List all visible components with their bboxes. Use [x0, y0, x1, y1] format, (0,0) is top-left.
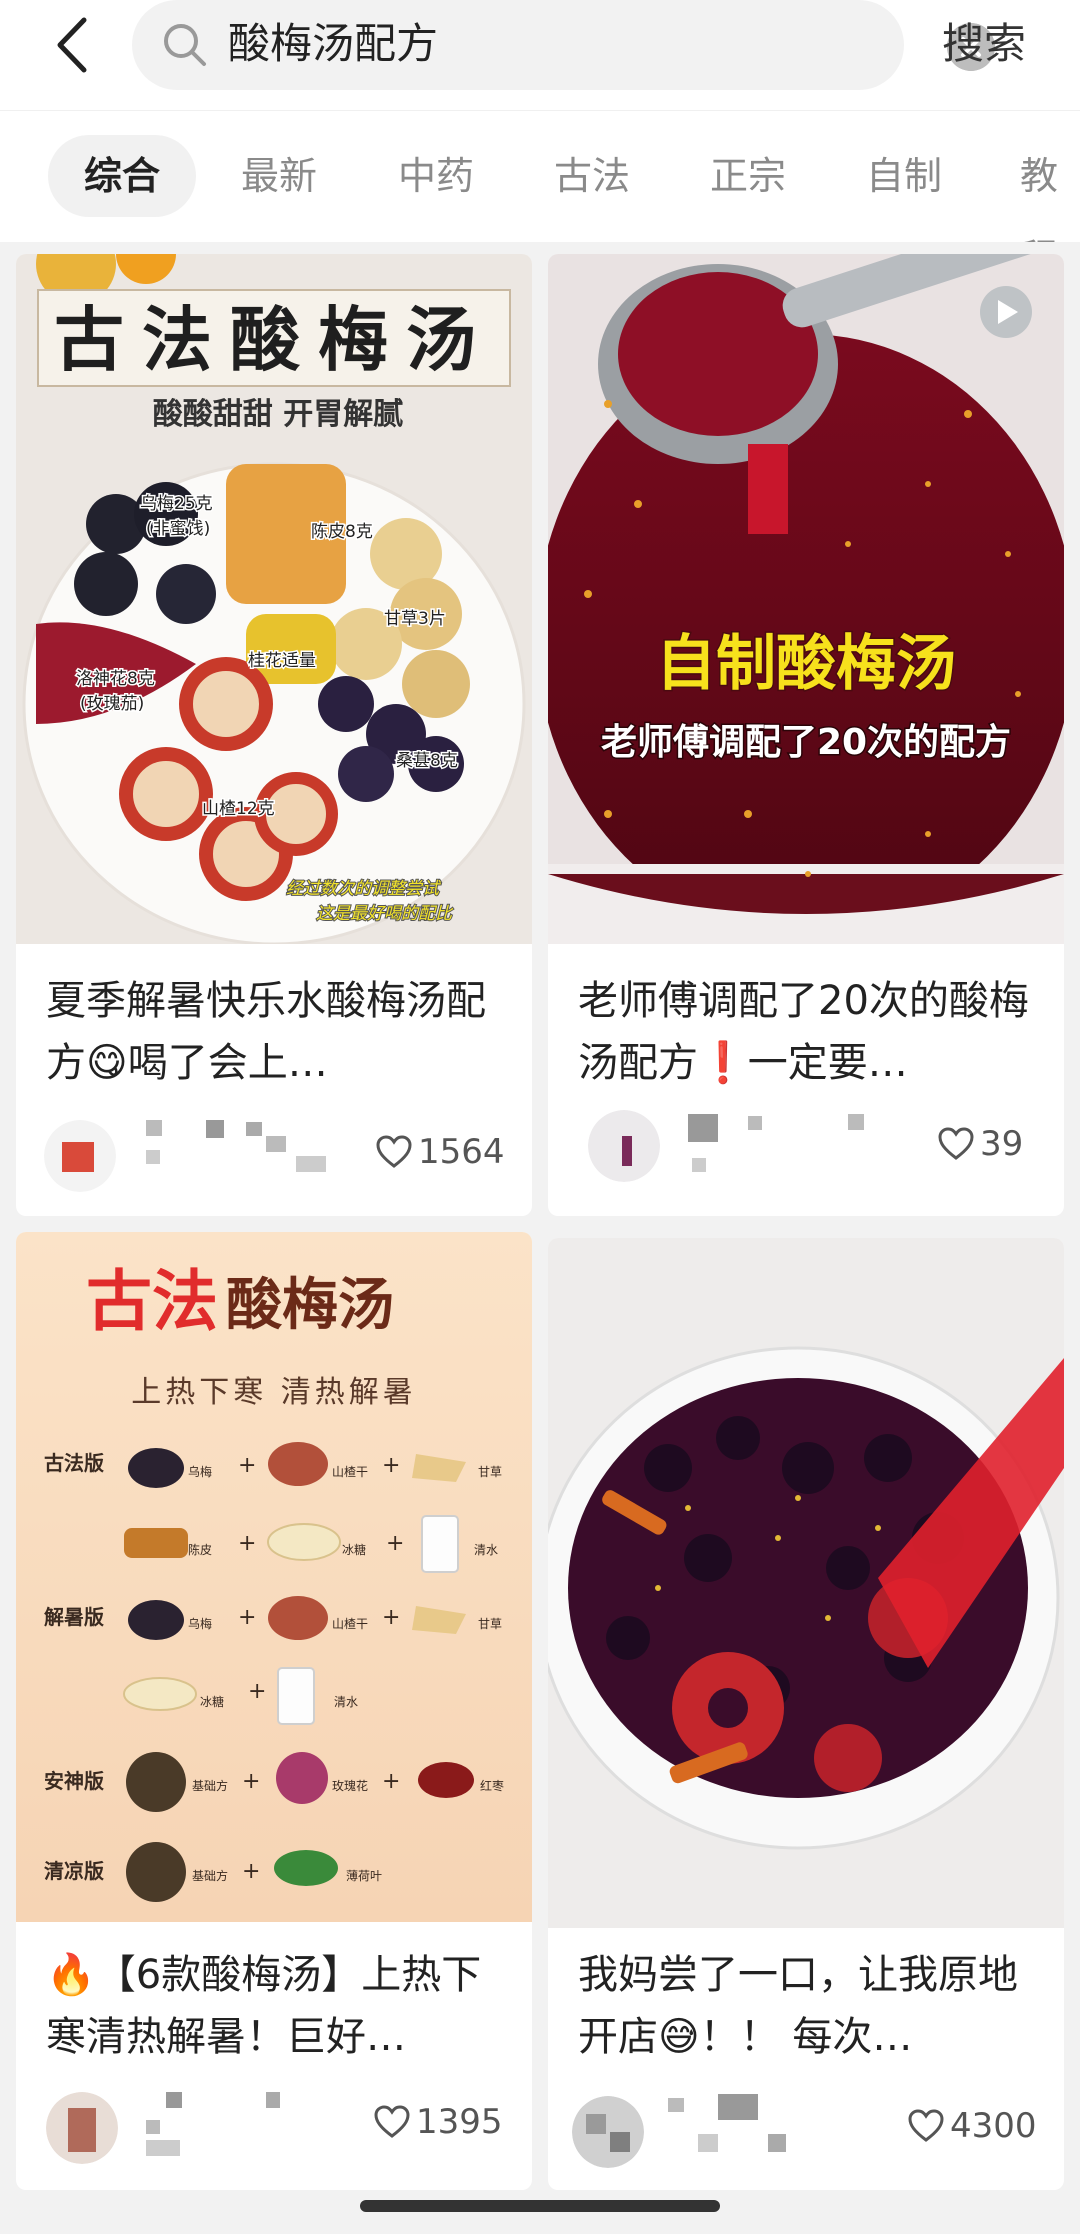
note-cover-image: 自制酸梅汤 老师傅调配了20次的配方	[548, 254, 1064, 944]
avatar[interactable]	[46, 2092, 118, 2164]
note-cover-image: 古法 酸梅汤 上热下寒 清热解暑 古法版 乌梅 + 山楂干 + 甘草 陈皮 + …	[16, 1232, 532, 1922]
back-arrow-icon[interactable]	[48, 12, 96, 78]
like-count-value: 1564	[418, 1132, 505, 1172]
recipe-label: 清凉版	[44, 1859, 104, 1883]
cover-note: 这是最好喝的配比	[316, 904, 454, 924]
filter-tabs: 综合 最新 中药 古法 正宗 自制 教程	[0, 110, 1080, 242]
like-count[interactable]: 4300	[908, 2104, 1037, 2148]
svg-text:+: +	[382, 1769, 400, 1794]
heart-icon	[376, 1135, 412, 1168]
tab-正宗[interactable]: 正宗	[710, 135, 786, 217]
tab-自制[interactable]: 自制	[866, 135, 942, 217]
recipe-item: 甘草	[478, 1617, 502, 1631]
recipe-item: 基础方	[192, 1868, 228, 1883]
cover-note: 经过数次的调整尝试	[286, 879, 441, 899]
cover-heading: 自制酸梅汤	[656, 629, 956, 699]
avatar[interactable]	[44, 1120, 116, 1192]
cover-label: 洛神花8克	[76, 669, 155, 689]
recipe-item: 冰糖	[342, 1542, 366, 1557]
username-blurred	[668, 2094, 786, 2152]
recipe-item: 山楂干	[332, 1617, 368, 1631]
recipe-item: 基础方	[192, 1778, 228, 1793]
cover-subheading: 老师傅调配了20次的配方	[601, 722, 1011, 763]
cover-label: 陈皮8克	[311, 522, 373, 542]
home-indicator[interactable]	[360, 2200, 720, 2212]
search-header: 酸梅汤配方 搜索	[0, 0, 1080, 110]
note-cover-image	[548, 1238, 1064, 1928]
recipe-item: 陈皮	[188, 1542, 212, 1557]
like-count[interactable]: 1395	[374, 2100, 503, 2144]
note-title: 夏季解暑快乐水酸梅汤配方😋喝了会上…	[46, 978, 486, 1086]
like-count-value: 4300	[950, 2106, 1037, 2146]
recipe-item: 冰糖	[200, 1694, 224, 1709]
recipe-item: 清水	[474, 1543, 498, 1557]
tab-古法[interactable]: 古法	[554, 135, 630, 217]
recipe-item: 薄荷叶	[346, 1868, 382, 1883]
heart-icon	[374, 2105, 410, 2138]
cover-label: 山楂12克	[202, 799, 275, 819]
avatar[interactable]	[588, 1110, 660, 1182]
like-count-value: 1395	[416, 2102, 503, 2142]
search-button[interactable]: 搜索	[942, 16, 1026, 72]
note-card[interactable]: 自制酸梅汤 老师傅调配了20次的配方 老师傅调配了20次的酸梅汤配方❗一定要… …	[548, 254, 1064, 1216]
svg-text:+: +	[238, 1605, 256, 1630]
search-bar[interactable]: 酸梅汤配方	[132, 0, 995, 90]
svg-text:+: +	[238, 1531, 256, 1556]
recipe-item: 乌梅	[188, 1464, 212, 1479]
like-count[interactable]: 1564	[376, 1130, 505, 1174]
note-card[interactable]: 古法 酸梅汤 上热下寒 清热解暑 古法版 乌梅 + 山楂干 + 甘草 陈皮 + …	[16, 1232, 532, 2190]
tab-综合[interactable]: 综合	[48, 135, 197, 217]
note-title: 🔥【6款酸梅汤】上热下寒清热解暑！巨好…	[46, 1952, 482, 2060]
svg-text:+: +	[242, 1769, 260, 1794]
svg-text:+: +	[238, 1453, 256, 1478]
note-title: 老师傅调配了20次的酸梅汤配方❗一定要…	[578, 978, 1029, 1086]
cover-label: 桑葚8克	[396, 751, 458, 771]
note-title: 我妈尝了一口，让我原地开店😅！！ 每次…	[578, 1952, 1018, 2060]
recipe-label: 安神版	[44, 1769, 104, 1793]
cover-subheading: 上热下寒 清热解暑	[131, 1375, 417, 1410]
recipe-label: 古法版	[44, 1451, 104, 1475]
svg-text:+: +	[382, 1453, 400, 1478]
username-blurred	[146, 1120, 326, 1172]
cover-heading-red: 古法	[86, 1263, 218, 1340]
like-count-value: 39	[980, 1124, 1024, 1164]
cover-label: 甘草3片	[384, 609, 446, 629]
tab-最新[interactable]: 最新	[241, 135, 317, 217]
heart-icon	[908, 2109, 944, 2142]
svg-text:+: +	[242, 1859, 260, 1884]
recipe-item: 红枣	[480, 1778, 504, 1793]
recipe-item: 清水	[334, 1695, 358, 1709]
cover-label: 乌梅25克	[140, 494, 213, 514]
cover-label: (玫瑰茄)	[80, 694, 144, 714]
recipe-item: 玫瑰花	[332, 1778, 368, 1793]
cover-heading-dark: 酸梅汤	[226, 1272, 394, 1338]
recipe-item: 甘草	[478, 1465, 502, 1479]
tab-教程[interactable]: 教程	[1020, 135, 1080, 242]
like-count[interactable]: 39	[938, 1122, 1023, 1166]
search-input[interactable]: 酸梅汤配方	[228, 16, 438, 72]
username-blurred	[146, 2092, 280, 2156]
cover-heading: 古法酸梅汤	[54, 299, 494, 381]
note-card[interactable]: 我妈尝了一口，让我原地开店😅！！ 每次… 4300	[548, 1238, 1064, 2190]
recipe-label: 解暑版	[44, 1605, 104, 1629]
svg-text:+: +	[386, 1531, 404, 1556]
svg-text:+: +	[248, 1679, 266, 1704]
recipe-item: 乌梅	[188, 1616, 212, 1631]
svg-text:+: +	[382, 1605, 400, 1630]
note-cover-image: 古法酸梅汤 酸酸甜甜 开胃解腻 乌梅25克 (非蜜饯) 陈皮8克 甘草3片 桂花…	[16, 254, 532, 944]
cover-label: 桂花适量	[248, 651, 316, 671]
username-blurred	[688, 1114, 864, 1172]
cover-subheading: 酸酸甜甜 开胃解腻	[153, 397, 403, 432]
note-card[interactable]: 古法酸梅汤 酸酸甜甜 开胃解腻 乌梅25克 (非蜜饯) 陈皮8克 甘草3片 桂花…	[16, 254, 532, 1216]
recipe-item: 山楂干	[332, 1465, 368, 1479]
tab-中药[interactable]: 中药	[398, 135, 474, 217]
avatar[interactable]	[572, 2096, 644, 2168]
search-icon	[164, 24, 206, 66]
heart-icon	[938, 1127, 974, 1160]
cover-label: (非蜜饯)	[146, 519, 210, 539]
